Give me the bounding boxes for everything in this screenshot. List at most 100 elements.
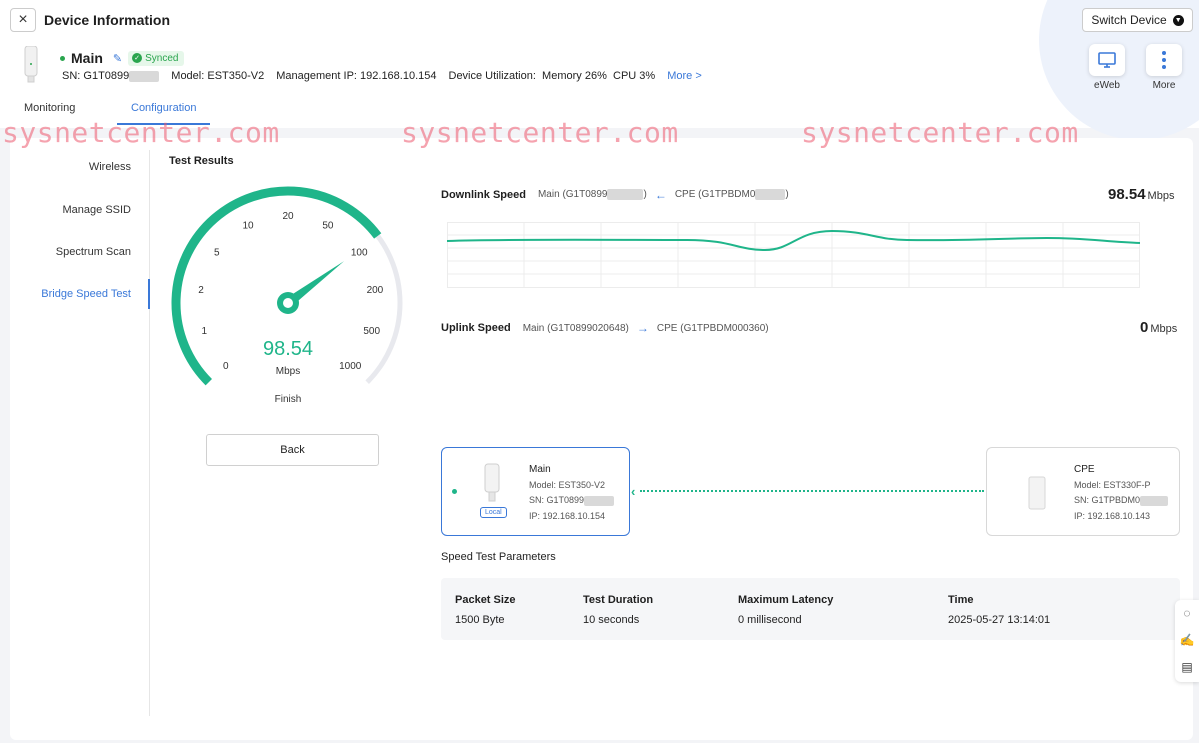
gauge-status: Finish — [275, 394, 302, 405]
uplink-to: CPE (G1TPBDM000360) — [657, 323, 769, 334]
more-info-link[interactable]: More > — [667, 70, 702, 82]
edit-icon[interactable]: ✎ — [113, 52, 122, 65]
tab-monitoring[interactable]: Monitoring — [24, 102, 75, 114]
max-latency-value: 0 millisecond — [738, 614, 802, 626]
floating-toolbar: ◌ ✍ ▤ — [1175, 600, 1199, 682]
sidebar-item-wireless[interactable]: Wireless — [89, 161, 131, 173]
redaction — [607, 189, 644, 201]
uplink-speed-value: 0 Mbps — [1140, 319, 1177, 336]
switch-device-button[interactable]: Switch Device ▼ — [1082, 8, 1193, 32]
more-actions-button[interactable] — [1146, 44, 1182, 76]
sidebar-item-bridge-speed-test[interactable]: Bridge Speed Test — [41, 288, 131, 300]
tab-configuration[interactable]: Configuration — [131, 102, 196, 114]
feedback-icon[interactable]: ✍ — [1175, 627, 1199, 654]
packet-size-column: Packet Size 1500 Byte — [455, 594, 516, 626]
clipboard-icon[interactable]: ▤ — [1175, 654, 1199, 681]
sidebar-item-spectrum-scan[interactable]: Spectrum Scan — [56, 246, 131, 258]
time-value: 2025-05-27 13:14:01 — [948, 614, 1051, 626]
link-arrow-left-icon: ‹ — [631, 484, 636, 499]
cpe-device-name: CPE — [1074, 464, 1095, 475]
kebab-menu-icon — [1162, 51, 1166, 69]
cpe-device-sn-text: SN: G1TPBDM0 — [1074, 495, 1141, 505]
paren: ) — [785, 189, 789, 201]
redaction — [1140, 495, 1169, 506]
device-name: Main — [71, 50, 103, 66]
more-actions-label: More — [1152, 80, 1176, 91]
watermark-text: sysnetcenter.com — [2, 116, 280, 149]
memory-label: Memory — [542, 70, 582, 82]
chat-icon[interactable]: ◌ — [1175, 600, 1199, 627]
gauge-tick-label: 200 — [367, 285, 384, 296]
gauge-tick-label: 1 — [202, 326, 208, 337]
cpu-label: CPU — [613, 70, 637, 82]
time-label: Time — [948, 594, 974, 606]
arrow-right-icon: → — [636, 321, 649, 335]
gauge-unit: Mbps — [276, 366, 300, 377]
time-column: Time 2025-05-27 13:14:01 — [948, 594, 1050, 626]
cpe-device-card: CPE Model: EST330F-P SN: G1TPBDM0 IP: 19… — [986, 447, 1180, 536]
test-duration-column: Test Duration 10 seconds — [583, 594, 653, 626]
device-info-row: SN: G1T0899 Model: EST350-V2 Management … — [62, 70, 702, 82]
uplink-to-sn: (G1TPBDM000360) — [680, 322, 769, 334]
speed-gauge: 0 1 2 5 10 20 50 100 200 500 1000 98.54 Mbps Finis… — [171, 186, 403, 405]
uplink-header: Uplink Speed Main (G1T0899020648) → CPE … — [441, 321, 769, 335]
model-label: Model: — [171, 70, 205, 82]
packet-size-value: 1500 Byte — [455, 614, 505, 626]
main-device-sn-text: SN: G1T0899 — [529, 495, 585, 505]
sidebar-item-manage-ssid[interactable]: Manage SSID — [63, 204, 131, 216]
model-value: EST350-V2 — [207, 70, 265, 82]
downlink-label: Downlink Speed — [441, 189, 526, 201]
gauge-tick-label: 100 — [351, 247, 368, 258]
sn-info: SN: G1T0899 — [62, 70, 160, 82]
main-device-name: Main — [529, 464, 551, 475]
uplink-unit: Mbps — [1150, 323, 1178, 335]
uplink-from-sn: (G1T0899020648) — [547, 322, 629, 334]
downlink-series-line — [447, 229, 1140, 252]
redaction — [755, 189, 786, 201]
redaction — [584, 495, 615, 506]
cpe-device-model: Model: EST330F-P — [1074, 479, 1151, 490]
main-device-details: Main Model: EST350-V2 SN: G1T0899 IP: 19… — [529, 462, 615, 524]
max-latency-column: Maximum Latency 0 millisecond — [738, 594, 833, 626]
close-button[interactable]: × — [10, 8, 36, 32]
main-device-sn: SN: G1T0899 — [529, 493, 615, 509]
main-device-card: Local Main Model: EST350-V2 SN: G1T0899 … — [441, 447, 630, 536]
watermark-text: sysnetcenter.com — [801, 116, 1079, 149]
utilization-info: Device Utilization: Memory 26% CPU 3% — [449, 70, 656, 82]
downlink-value: 98.54 — [1108, 186, 1146, 203]
uplink-from: Main (G1T0899020648) — [523, 323, 629, 334]
page-title: Device Information — [44, 12, 171, 28]
test-results-heading: Test Results — [169, 155, 234, 167]
local-badge: Local — [480, 507, 507, 518]
mgmt-ip-label: Management IP: — [276, 70, 357, 82]
status-dot — [60, 55, 65, 61]
gauge-tick-label: 20 — [282, 211, 294, 222]
test-duration-value: 10 seconds — [583, 614, 640, 626]
wireless-link-line — [640, 490, 984, 492]
downlink-speed-value: 98.54 Mbps — [1108, 186, 1174, 203]
uplink-value: 0 — [1140, 319, 1149, 336]
downlink-to-sn: (G1TPBDM0 — [698, 189, 756, 201]
sidebar-nav: Wireless Manage SSID Spectrum Scan Bridg… — [10, 150, 150, 716]
gauge-tick-label: 500 — [363, 326, 380, 337]
uplink-to-name: CPE — [656, 322, 678, 334]
device-thumbnail-icon — [24, 46, 38, 83]
monitor-icon — [1098, 52, 1116, 68]
eweb-button[interactable] — [1089, 44, 1125, 76]
utilization-label: Device Utilization: — [448, 70, 536, 82]
downlink-to: CPE (G1TPBDM0) — [675, 189, 789, 201]
card-status-dot — [452, 489, 457, 494]
downlink-unit: Mbps — [1147, 190, 1175, 202]
speed-test-parameters-heading: Speed Test Parameters — [441, 551, 556, 563]
watermark-text: sysnetcenter.com — [401, 116, 679, 149]
ap-device-icon — [484, 463, 500, 502]
mgmt-ip-info: Management IP: 192.168.10.154 — [276, 70, 436, 82]
active-nav-indicator — [148, 279, 150, 309]
gauge-tick-label: 5 — [214, 247, 220, 258]
eweb-label: eWeb — [1094, 80, 1120, 91]
main-device-model: Model: EST350-V2 — [529, 479, 606, 490]
synced-badge: ✓ Synced — [128, 50, 185, 66]
device-name-row: Main ✎ ✓ Synced — [60, 50, 185, 66]
back-button[interactable]: Back — [206, 434, 379, 466]
uplink-from-name: Main — [522, 322, 545, 334]
